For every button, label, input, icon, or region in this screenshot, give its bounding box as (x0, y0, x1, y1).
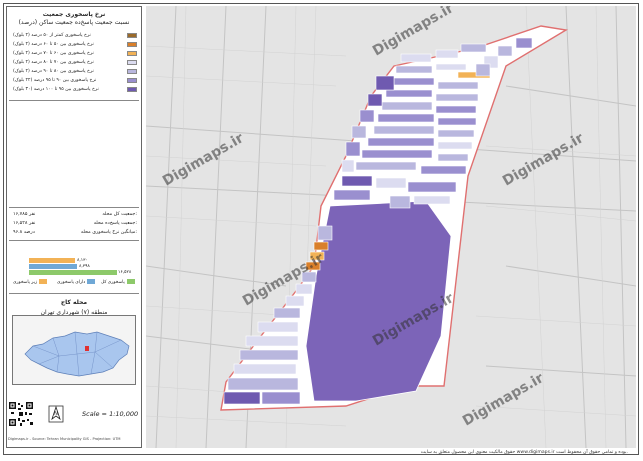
legend-swatch (127, 51, 137, 56)
legend-swatch (127, 33, 137, 38)
stat-average-rate: میانگین نرخ پاسخوری محله: ۹۶.۸ درصد (13, 230, 137, 235)
divider (9, 207, 139, 208)
map-svg: Digimaps.ir Digimaps.ir Digimaps.ir Digi… (146, 6, 636, 448)
bar-has-response (29, 264, 77, 269)
bar-legend-item: پاسخوری کل (101, 279, 135, 287)
north-arrow-icon: N (48, 405, 64, 423)
legend-item: نرخ پاسخوری بین ۶۰ تا ۷۰ درصد (۲ بلوک) (13, 50, 137, 57)
legend-swatch (127, 60, 137, 65)
neighborhood-marker (85, 346, 89, 351)
legend-swatch (127, 69, 137, 74)
bar-legend-item: دارای پاسخوری (57, 279, 96, 287)
divider (9, 293, 139, 294)
qr-code-icon (8, 401, 34, 427)
bar-legend-item: زیر پاسخوری (13, 279, 48, 287)
legend-item: نرخ پاسخوری بین ۵۰ تا ۶۰ درصد (۲ بلوک) (13, 41, 137, 48)
inset-title: محله کاج (60, 299, 88, 306)
footer-source: Digimaps.ir - Source: Tehran Municipalit… (8, 437, 121, 441)
legend-item: نرخ پاسخوری بین ۹۰ تا ۹۵ درصد (۲۲ بلوک) (13, 77, 137, 84)
legend-subtitle: نسبت جمعیت پاسخ‌ده جمعیت ساکن (درصد) (18, 19, 130, 26)
legend-item: نرخ پاسخوری کمتر از ۵۰ درصد (۲ بلوک) (13, 32, 137, 39)
legend-swatch (127, 78, 137, 83)
bar-legend: زیر پاسخوری دارای پاسخوری پاسخوری کل (13, 279, 137, 287)
divider (9, 100, 139, 101)
legend-item: نرخ پاسخوری بین ۹۵ تا ۱۰۰ درصد (۳۰ بلوک) (13, 86, 137, 93)
map-canvas[interactable]: Digimaps.ir Digimaps.ir Digimaps.ir Digi… (146, 6, 636, 448)
svg-text:N: N (54, 411, 58, 417)
bar-label: ۸,۳۹۸ (79, 264, 90, 269)
legend-swatch (127, 42, 137, 47)
legend-swatch (127, 87, 137, 92)
tehran-outline (24, 331, 130, 377)
bar-total-response (29, 270, 117, 275)
legend-title: نرخ پاسخوری جمعیت (42, 11, 106, 18)
bar-label: ۱۶,۵۲۸ (118, 270, 132, 275)
scale-label: Scale = 1:10,000 (82, 410, 139, 418)
stat-total-population: جمعیت کل محله: ۱۶,۷۸۵ نفر (13, 212, 137, 217)
bar-under-response (29, 258, 75, 263)
divider (9, 240, 139, 241)
legend-item: نرخ پاسخوری بین ۸۰ تا ۹۰ درصد (۲ بلوک) (13, 68, 137, 75)
stat-responding-population: جمعیت پاسخ‌ده محله: ۱۶,۵۲۸ نفر (13, 221, 137, 226)
bar-label: ۸,۱۳۰ (77, 258, 88, 263)
legend-item: نرخ پاسخوری بین ۷۰ تا ۸۰ درصد (۲ بلوک) (13, 59, 137, 66)
footer-copyright: حقوق مالکیت معنوی این محصول متعلق به سای… (420, 450, 628, 455)
inset-map (12, 315, 136, 385)
